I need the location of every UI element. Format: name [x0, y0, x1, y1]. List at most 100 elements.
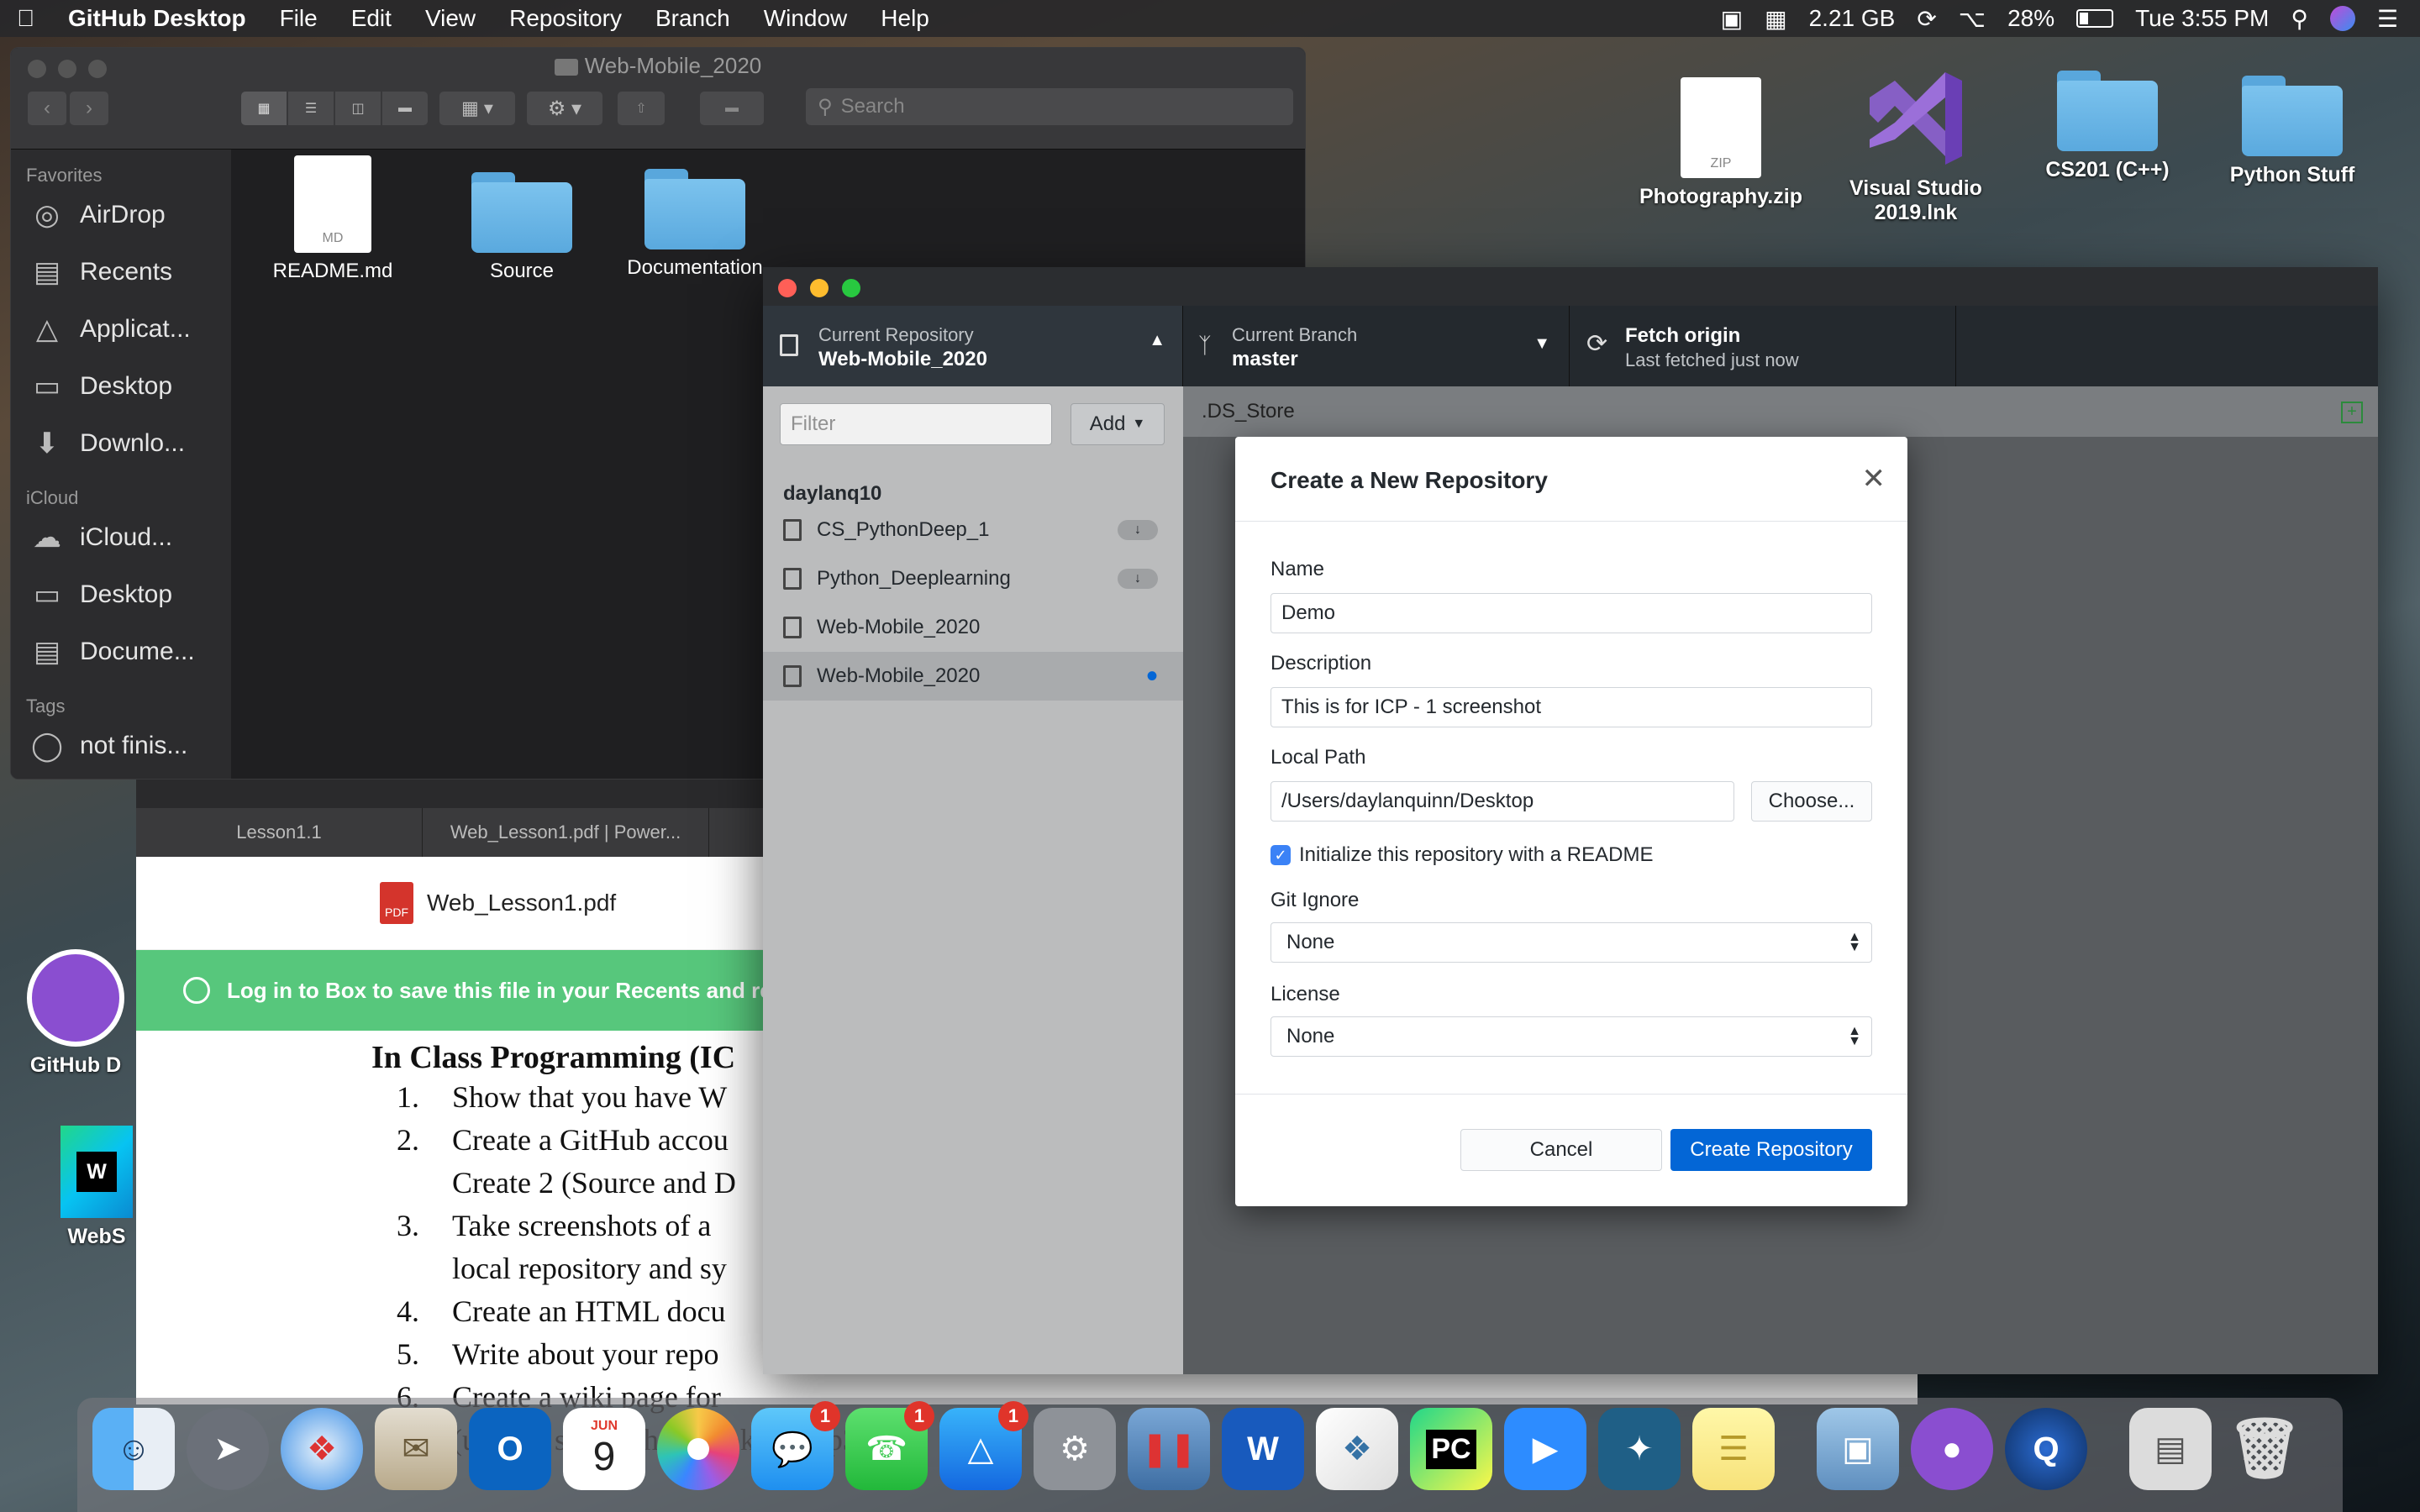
sidebar-item-tag[interactable]: ◯ not finis... — [11, 717, 231, 774]
dock-mysql-workbench[interactable]: ✦ — [1598, 1408, 1681, 1490]
dock-quicktime[interactable]: Q — [2005, 1408, 2087, 1490]
choose-button[interactable]: Choose... — [1751, 781, 1872, 822]
dock-python-launcher[interactable]: ❖ — [1316, 1408, 1398, 1490]
create-repository-button[interactable]: Create Repository — [1670, 1129, 1872, 1171]
menu-view[interactable]: View — [408, 5, 492, 32]
menu-branch[interactable]: Branch — [639, 5, 747, 32]
browser-tab[interactable]: Web_Lesson1.pdf | Power... — [423, 808, 709, 857]
eagle-stamp-icon: ✉ — [402, 1431, 430, 1467]
local-path-input[interactable]: /Users/daylanquinn/Desktop — [1270, 781, 1734, 822]
finder-item-source[interactable]: Source — [438, 172, 606, 283]
action-gear-button[interactable]: ⚙ ▾ — [527, 92, 602, 125]
browser-tab[interactable]: Lesson1.1 — [136, 808, 423, 857]
desktop-icon-github-desktop[interactable]: GitHub D — [0, 949, 151, 1078]
battery-percent[interactable]: 28% — [2007, 5, 2054, 32]
sidebar-item-recents[interactable]: ▤ Recents — [11, 244, 231, 301]
close-icon[interactable]: ✕ — [1862, 462, 1886, 496]
current-repository-selector[interactable]: Current Repository Web-Mobile_2020 ▲ — [763, 306, 1183, 386]
spotlight-icon[interactable]: ⚲ — [2291, 5, 2308, 33]
sidebar-item-downloads[interactable]: ⬇ Downlo... — [11, 415, 231, 472]
clock[interactable]: Tue 3:55 PM — [2135, 5, 2269, 32]
repo-list-item[interactable]: Web-Mobile_2020 — [763, 603, 1183, 652]
icon-view-button[interactable]: ▦ — [241, 92, 287, 125]
add-repository-button[interactable]: Add ▼ — [1071, 403, 1165, 445]
dock-zoom[interactable]: ▶ — [1504, 1408, 1586, 1490]
dock-downloads-stack[interactable]: ▤ — [2129, 1408, 2212, 1490]
menu-app-name[interactable]: GitHub Desktop — [51, 5, 263, 32]
dock-facetime[interactable]: ☎ 1 — [845, 1401, 934, 1490]
sidebar-item-applications[interactable]: △ Applicat... — [11, 301, 231, 358]
dock-github-desktop[interactable]: ● — [1911, 1408, 1993, 1490]
dock-outlook[interactable]: O — [469, 1408, 551, 1490]
repo-list-item-selected[interactable]: Web-Mobile_2020 • — [763, 652, 1183, 701]
minimize-button[interactable] — [810, 279, 829, 297]
menu-window[interactable]: Window — [747, 5, 865, 32]
desktop-icon-visual-studio[interactable]: Visual Studio 2019.lnk — [1832, 64, 2000, 225]
name-input[interactable]: Demo — [1270, 593, 1872, 633]
cancel-button[interactable]: Cancel — [1460, 1129, 1662, 1171]
sidebar-item-icloud-desktop[interactable]: ▭ Desktop — [11, 566, 231, 623]
notification-center-icon[interactable]: ☰ — [2377, 5, 2398, 33]
timemachine-icon[interactable]: ⟳ — [1917, 5, 1936, 33]
gallery-view-button[interactable]: ▬ — [382, 92, 428, 125]
tag-button[interactable]: ▬ — [700, 92, 764, 125]
list-view-button[interactable]: ☰ — [288, 92, 334, 125]
finder-item-readme[interactable]: MD README.md — [249, 155, 417, 283]
dock-app-store[interactable]: △ 1 — [939, 1401, 1028, 1490]
gitignore-select[interactable]: None ▲ ▼ — [1270, 922, 1872, 963]
forward-button[interactable]: › — [70, 92, 108, 125]
changed-file-header[interactable]: .DS_Store + — [1183, 386, 2378, 437]
readme-checkbox-label[interactable]: Initialize this repository with a README — [1299, 843, 1653, 867]
wifi-icon[interactable]: ⌥ — [1959, 5, 1986, 33]
current-branch-selector[interactable]: ᛉ Current Branch master ▼ — [1183, 306, 1570, 386]
repo-list-item[interactable]: CS_PythonDeep_1 ↓ — [763, 506, 1183, 554]
dock-pycharm[interactable]: PC — [1410, 1408, 1492, 1490]
repo-list-item[interactable]: Python_Deeplearning ↓ — [763, 554, 1183, 603]
share-button[interactable]: ⇧ — [618, 92, 665, 125]
finder-title: Web-Mobile_2020 — [584, 53, 762, 78]
dock-photos[interactable] — [657, 1408, 739, 1490]
sidebar-item-icloud-drive[interactable]: ☁ iCloud... — [11, 509, 231, 566]
dock-finder[interactable]: ☺ — [92, 1408, 175, 1490]
license-select[interactable]: None ▲ ▼ — [1270, 1016, 1872, 1057]
siri-icon[interactable] — [2329, 6, 2355, 31]
dock-system-preferences[interactable]: ⚙ — [1034, 1408, 1116, 1490]
dock-parallels[interactable]: ❚❚ — [1128, 1408, 1210, 1490]
dock-safari[interactable]: ❖ — [281, 1408, 363, 1490]
screen-record-icon[interactable]: ▣ — [1721, 5, 1743, 33]
sidebar-item-airdrop[interactable]: ◎ AirDrop — [11, 186, 231, 244]
desktop-icon-webstorm[interactable]: W WebS — [50, 1126, 143, 1249]
sidebar-item-desktop[interactable]: ▭ Desktop — [11, 358, 231, 415]
menu-help[interactable]: Help — [864, 5, 946, 32]
menu-edit[interactable]: Edit — [334, 5, 408, 32]
dock-messages[interactable]: 💬 1 — [751, 1401, 840, 1490]
menu-file[interactable]: File — [263, 5, 334, 32]
desktop-icon-cs201[interactable]: CS201 (C++) — [2023, 71, 2191, 182]
battery-icon[interactable] — [2076, 9, 2114, 28]
dock-preview[interactable]: ▣ — [1817, 1408, 1899, 1490]
column-view-button[interactable]: ◫ — [335, 92, 381, 125]
filter-input[interactable]: Filter — [780, 403, 1052, 445]
sidebar-item-documents[interactable]: ▤ Docume... — [11, 623, 231, 680]
desktop-icon-photography-zip[interactable]: ZIP Photography.zip — [1637, 77, 1805, 209]
dock-word[interactable]: W — [1222, 1408, 1304, 1490]
finder-item-documentation[interactable]: Documentation — [611, 169, 779, 280]
zoom-button[interactable] — [842, 279, 860, 297]
group-button[interactable]: ▦ ▾ — [439, 92, 515, 125]
dock-calendar[interactable]: JUN 9 — [563, 1408, 645, 1490]
close-button[interactable] — [778, 279, 797, 297]
dock-notes[interactable]: ☰ — [1692, 1408, 1775, 1490]
readme-checkbox[interactable]: ✓ — [1270, 845, 1291, 865]
dock-launchpad[interactable]: ➤ — [187, 1408, 269, 1490]
dock-trash[interactable]: 🗑 — [2223, 1408, 2306, 1490]
desktop-icon-python-stuff[interactable]: Python Stuff — [2208, 76, 2376, 187]
back-button[interactable]: ‹ — [28, 92, 66, 125]
memory-icon[interactable]: ▦ — [1765, 5, 1786, 33]
memory-status[interactable]: 2.21 GB — [1809, 5, 1896, 32]
apple-icon[interactable]:  — [0, 5, 51, 32]
menu-repository[interactable]: Repository — [492, 5, 639, 32]
description-input[interactable]: This is for ICP - 1 screenshot — [1270, 687, 1872, 727]
dock-mail[interactable]: ✉ — [375, 1408, 457, 1490]
search-input[interactable]: ⚲ Search — [806, 88, 1293, 125]
fetch-origin-button[interactable]: ⟳ Fetch origin Last fetched just now — [1570, 306, 1956, 386]
